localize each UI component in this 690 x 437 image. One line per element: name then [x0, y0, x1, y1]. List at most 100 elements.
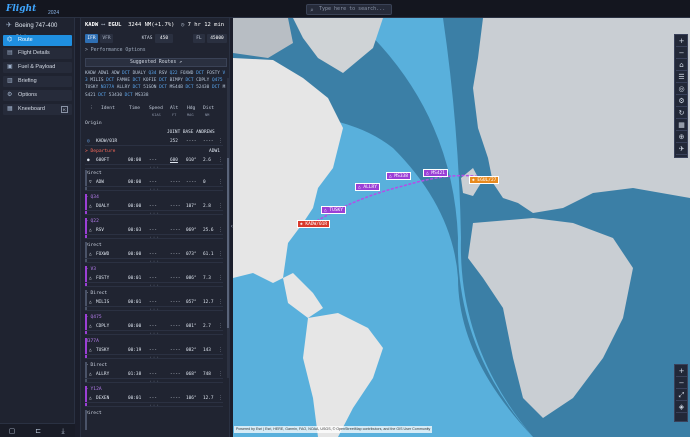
waypoint-time: 00:00 — [128, 180, 142, 185]
row-divider: • • • — [85, 188, 223, 191]
airway-label[interactable]: > Q22 — [85, 218, 99, 226]
more-options-icon[interactable]: ⋮ — [218, 395, 223, 402]
waypoint-hdg: 057° — [186, 300, 197, 305]
more-options-icon[interactable]: ⋮ — [218, 138, 223, 145]
map-tool-button[interactable]: ⊕ — [676, 132, 687, 143]
map-tool-button[interactable]: ◈ — [676, 402, 687, 413]
vfr-toggle[interactable]: VFR — [100, 34, 113, 43]
sidebar-item-kneeboard[interactable]: ▦ Kneeboard K — [3, 104, 72, 115]
map-waypoint-marker[interactable]: △ ALLRY — [355, 183, 380, 191]
table-row[interactable]: △ TUSKY 00:19 --- ---- 082° 143 ⋮ — [85, 346, 223, 355]
more-options-icon[interactable]: ⋮ — [218, 371, 223, 378]
waypoint-hdg: 107° — [186, 204, 197, 209]
more-options-icon[interactable]: ⋮ — [218, 323, 223, 330]
map-waypoint-marker[interactable]: △ MS338 — [386, 172, 411, 180]
altitude-unit-select[interactable]: FL — [193, 34, 205, 43]
map-tool-button[interactable]: + — [676, 36, 687, 47]
more-options-icon[interactable]: ⋮ — [218, 157, 223, 164]
airway-label[interactable]: Direct — [85, 170, 102, 178]
airport-icon: ◎ — [87, 139, 90, 144]
sidebar-item-route[interactable]: ⌬ Route — [3, 35, 72, 46]
airway-label[interactable]: > Q34 — [85, 194, 99, 202]
map-waypoint-marker[interactable]: ◈ EGUL/27 — [469, 176, 500, 184]
scrollbar-thumb[interactable] — [227, 158, 229, 328]
more-options-icon[interactable]: ⋮ — [218, 299, 223, 306]
table-row[interactable]: △ CDPLY 00:00 --- ---- 081° 2.7 ⋮ — [85, 322, 223, 331]
top-bar: Flight Simulator 2024 ⌕ Type here to sea… — [0, 0, 690, 28]
route-token: CDPLY — [196, 78, 212, 84]
map-tool-button[interactable]: ☰ — [676, 72, 687, 83]
waypoint-ident: ALLRY — [96, 372, 110, 377]
airway-label[interactable]: Direct — [85, 410, 102, 418]
map-tool-button[interactable]: + — [676, 366, 687, 377]
airway-label[interactable]: Direct — [85, 242, 102, 250]
map-tool-button[interactable]: ⌂ — [676, 60, 687, 71]
save-flight-plan-button[interactable]: ⤓ — [55, 427, 71, 435]
map-tool-button[interactable]: ⤢ — [676, 390, 687, 401]
waypoint-dist: 2.7 — [203, 324, 211, 329]
table-row[interactable]: ◎ KADW/01R 252 ---- ---- ⋮ — [85, 137, 223, 146]
more-options-icon[interactable]: ⋮ — [218, 203, 223, 210]
map-tool-button[interactable]: ↻ — [676, 108, 687, 119]
waypoint-alt: ---- — [170, 252, 181, 257]
route-token: TUSKY — [85, 85, 101, 91]
sidebar-item-flight-details[interactable]: ▤ Flight Details — [3, 48, 72, 59]
airway-label[interactable]: > Direct — [85, 362, 107, 370]
sidebar-item-briefing[interactable]: ▥ Briefing — [3, 76, 72, 87]
map-tool-button[interactable]: ◎ — [676, 84, 687, 95]
table-row[interactable]: ● 600FT 00:00 --- 600 010° 2.6 ⋮ — [85, 156, 223, 165]
more-options-icon[interactable]: ⋮ — [218, 251, 223, 258]
map-waypoint-marker[interactable]: △ MS421 — [423, 169, 448, 177]
table-row[interactable]: △ FOXWD 00:00 --- ---- 073° 61.1 ⋮ — [85, 250, 223, 259]
world-map[interactable]: ◈ KADW/01R △ TUSKY △ ALLRY △ MS338 △ MS421 ◈ … — [233, 18, 690, 437]
more-options-icon[interactable]: ⋮ — [218, 275, 223, 282]
table-row[interactable]: △ FOSTY 00:01 --- ---- 086° 7.3 ⋮ — [85, 274, 223, 283]
app-window: Flight Simulator 2024 ⌕ Type here to sea… — [0, 0, 690, 437]
map-waypoint-marker[interactable]: △ TUSKY — [321, 206, 346, 214]
airway-label[interactable]: > Y12A — [85, 386, 102, 394]
new-flight-plan-button[interactable]: ▢ — [4, 427, 20, 435]
sidebar-item-fuel-payload[interactable]: ▣ Fuel & Payload — [3, 62, 72, 73]
airway-label[interactable]: N377A — [85, 338, 99, 346]
destination-code: EGUL — [108, 22, 122, 28]
table-row[interactable]: △ MILIS 00:01 --- ---- 057° 12.7 ⋮ — [85, 298, 223, 307]
waypoint-icon: △ — [89, 204, 92, 209]
waypoint-time: 00:00 — [128, 158, 142, 163]
departure-section-label[interactable]: > Departure — [85, 148, 115, 156]
airway-label[interactable]: > Direct — [85, 290, 107, 298]
map-waypoint-marker[interactable]: ◈ KADW/01R — [297, 220, 331, 228]
row-divider: • • • — [85, 308, 223, 311]
row-divider: • • • — [85, 166, 223, 169]
map-tool-button[interactable]: − — [676, 48, 687, 59]
altitude-input[interactable]: 45000 — [207, 34, 227, 43]
table-row[interactable]: ▽ ADW 00:00 --- ---- ---- 0 ⋮ — [85, 178, 223, 187]
airway-label[interactable]: > Q475 — [85, 314, 102, 322]
map-tool-button[interactable]: − — [676, 378, 687, 389]
more-options-icon[interactable]: ⋮ — [218, 347, 223, 354]
waypoint-time: 01:38 — [128, 372, 142, 377]
map-tool-button[interactable]: ✈ — [676, 144, 687, 155]
table-row[interactable]: △ ALLRY 01:38 --- ---- 068° 748 ⋮ — [85, 370, 223, 379]
more-options-icon[interactable]: ⋮ — [218, 227, 223, 234]
aircraft-selector[interactable]: ✈ Boeing 747-400 Glob... — [3, 20, 72, 41]
open-flight-plan-button[interactable]: ⊏ — [30, 427, 46, 435]
route-token: MS338 — [135, 92, 149, 98]
map-tool-button[interactable]: ▦ — [676, 120, 687, 131]
search-input[interactable]: ⌕ Type here to search... — [306, 4, 392, 15]
route-string[interactable]: KADW ADW1 ADW DCT DUALY Q34 RSV Q22 FOXW… — [85, 70, 227, 100]
more-options-icon[interactable]: ⋮ — [218, 179, 223, 186]
map-tool-button[interactable]: ⚙ — [676, 96, 687, 107]
table-row[interactable]: △ DUALY 00:00 --- ---- 107° 2.8 ⋮ — [85, 202, 223, 211]
suggested-routes-button[interactable]: Suggested Routes ↗ — [85, 58, 227, 67]
sidebar-item-options[interactable]: ⚙ Options — [3, 90, 72, 101]
origin-code: KADW — [85, 22, 99, 28]
row-divider: • • • — [85, 356, 223, 359]
ifr-toggle[interactable]: IFR — [85, 34, 98, 43]
route-token: 53430 — [108, 92, 125, 98]
route-token: DCT — [122, 71, 133, 76]
table-row[interactable]: △ DEXEN 00:01 --- ---- 106° 12.7 ⋮ — [85, 394, 223, 403]
performance-options-toggle[interactable]: > Performance Options — [85, 48, 146, 53]
ktas-input[interactable]: 450 — [155, 34, 173, 43]
table-row[interactable]: △ RSV 00:03 --- ---- 069° 25.6 ⋮ — [85, 226, 223, 235]
map-toolbar: + − ⌂ ☰ ◎ ⚙ ↻ ▦ ⊕ ✈ — [674, 34, 688, 158]
